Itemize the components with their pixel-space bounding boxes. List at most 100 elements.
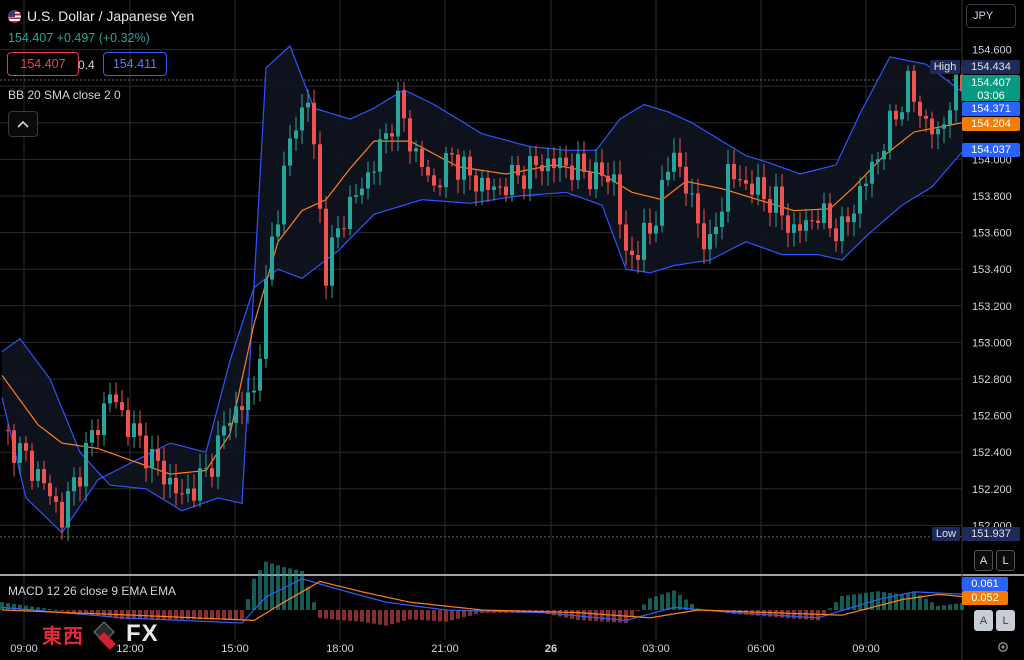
candle-body (126, 410, 130, 438)
candle-body (834, 228, 838, 242)
candle-body (96, 430, 100, 436)
candle-body (102, 403, 106, 436)
candle-body (576, 153, 580, 181)
macd-histogram-bar (270, 563, 274, 610)
time-tick-label: 06:00 (747, 643, 775, 655)
candle-body (672, 152, 676, 172)
macd-auto-scale-button[interactable]: A (974, 610, 993, 631)
gear-icon[interactable] (996, 640, 1012, 656)
macd-histogram-bar (588, 610, 592, 621)
candle-body (264, 279, 268, 359)
price-tick-label: 154.600 (972, 45, 1012, 57)
macd-histogram-bar (330, 610, 334, 620)
candle-body (612, 174, 616, 183)
sell-button[interactable]: 154.407 (7, 52, 79, 76)
candle-body (684, 166, 688, 194)
candle-body (108, 394, 112, 404)
time-tick-label: 18:00 (326, 643, 354, 655)
candle-body (906, 70, 910, 113)
candle-body (90, 430, 94, 443)
bb-lower-value: 154.037 (971, 144, 1011, 156)
candle-body (594, 162, 598, 190)
candle-body (30, 450, 34, 481)
candle-body (150, 449, 154, 469)
candle-body (486, 177, 490, 190)
chevron-up-icon (17, 120, 29, 128)
macd-histogram-bar (288, 568, 292, 610)
candle-body (390, 133, 394, 137)
candle-body (384, 133, 388, 140)
bb-indicator-label[interactable]: BB 20 SMA close 2 0 (8, 88, 121, 102)
logo-fx: FX (126, 620, 159, 647)
macd-histogram-bar (630, 610, 634, 617)
macd-histogram-bar (402, 610, 406, 621)
macd-histogram-bar (6, 603, 10, 610)
candle-body (378, 139, 382, 172)
symbol-title[interactable]: U.S. Dollar / Japanese Yen (8, 8, 194, 24)
macd-histogram-bar (822, 610, 826, 615)
macd-histogram-bar (762, 610, 766, 617)
auto-scale-button[interactable]: A (974, 550, 993, 571)
candle-body (528, 156, 532, 189)
candle-body (912, 70, 916, 102)
macd-histogram-bar (666, 592, 670, 610)
candle-body (444, 153, 448, 188)
macd-histogram-bar (450, 610, 454, 621)
candle-body (198, 468, 202, 501)
candle-body (702, 223, 706, 250)
price-change: 154.407 +0.497 (+0.32%) (8, 31, 150, 45)
macd-histogram-bar (228, 610, 232, 620)
candle-body (732, 163, 736, 180)
candle-body (900, 112, 904, 120)
candle-body (810, 220, 814, 222)
candle-body (432, 175, 436, 186)
candle-body (36, 469, 40, 481)
high-value: 154.434 (971, 61, 1011, 73)
log-scale-button[interactable]: L (996, 550, 1015, 571)
macd-histogram-bar (246, 599, 250, 610)
macd-histogram-bar (360, 610, 364, 622)
candle-body (408, 118, 412, 152)
price-tick-label: 152.600 (972, 411, 1012, 423)
macd-histogram-bar (60, 610, 64, 611)
candle-body (570, 165, 574, 181)
macd-indicator-label[interactable]: MACD 12 26 close 9 EMA EMA (8, 584, 176, 598)
bb-basis-value: 154.204 (971, 118, 1011, 130)
tozai-fx-logo: 東西 FX (42, 618, 159, 650)
macd-histogram-bar (660, 594, 664, 610)
candle-body (204, 468, 208, 470)
price-tick-label: 153.600 (972, 228, 1012, 240)
currency-select[interactable]: JPY (966, 4, 1016, 28)
macd-histogram-bar (90, 610, 94, 615)
candle-body (174, 477, 178, 494)
macd-histogram-bar (342, 610, 346, 621)
candle-body (120, 402, 124, 411)
macd-log-scale-button[interactable]: L (996, 610, 1015, 631)
candle-body (888, 110, 892, 151)
candle-body (564, 157, 568, 166)
candle-body (54, 496, 58, 502)
candle-body (240, 406, 244, 410)
macd-histogram-bar (168, 610, 172, 620)
macd-histogram-bar (780, 610, 784, 618)
candle-body (42, 469, 46, 484)
candle-body (270, 236, 274, 280)
macd-histogram-bar (924, 598, 928, 610)
candle-body (348, 196, 352, 229)
macd-histogram-bar (96, 610, 100, 616)
candle-body (504, 186, 508, 196)
collapse-indicators-button[interactable] (8, 111, 38, 137)
macd-histogram-bar (654, 596, 658, 610)
macd-histogram-bar (888, 592, 892, 610)
candle-body (132, 423, 136, 438)
candle-body (744, 180, 748, 184)
macd-histogram-bar (576, 610, 580, 621)
macd-histogram-bar (840, 595, 844, 610)
price-chart[interactable]: 154.600154.400154.200154.000153.800153.6… (0, 0, 1024, 660)
time-tick-label: 09:00 (852, 643, 880, 655)
buy-button[interactable]: 154.411 (103, 52, 167, 76)
macd-histogram-bar (834, 602, 838, 610)
candle-body (876, 159, 880, 162)
candle-body (360, 188, 364, 196)
candle-body (144, 435, 148, 469)
